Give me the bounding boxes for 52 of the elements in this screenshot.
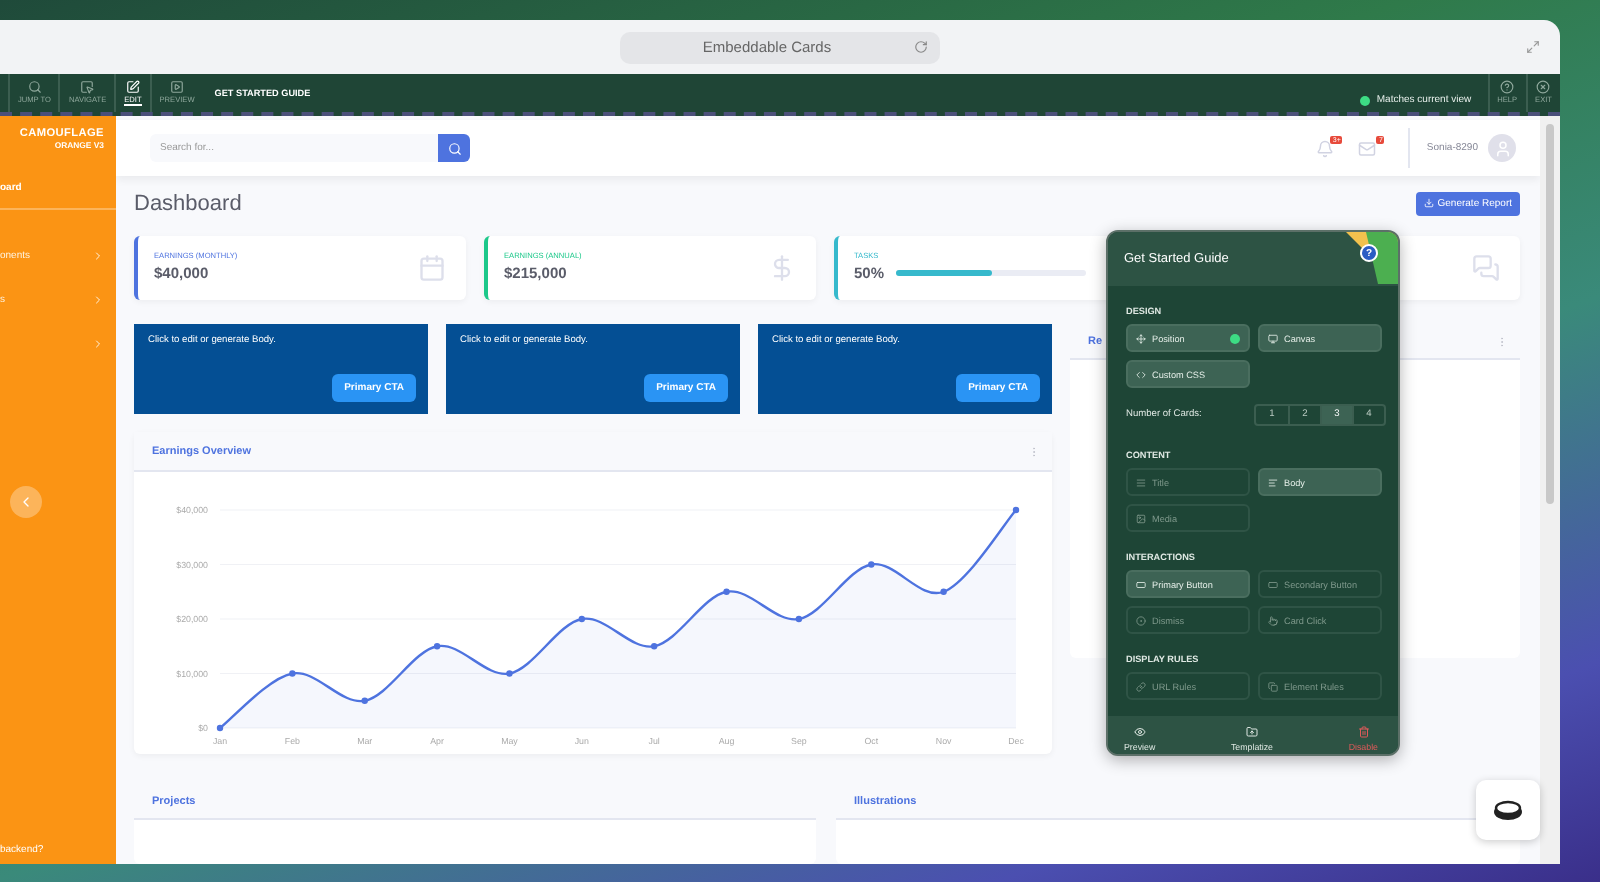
- eye-icon: [1133, 726, 1146, 738]
- collapse-button[interactable]: [10, 486, 42, 518]
- dollar-icon: [768, 253, 796, 282]
- button-icon: [1136, 579, 1146, 589]
- expand-icon[interactable]: [1526, 40, 1540, 54]
- chat-icon: [1472, 253, 1500, 282]
- folder-icon: [1245, 726, 1258, 738]
- code-icon: [1136, 369, 1146, 379]
- puck-icon: [1492, 798, 1524, 822]
- floating-button[interactable]: [1476, 780, 1540, 840]
- point: [1012, 506, 1020, 514]
- search-button[interactable]: [438, 134, 470, 162]
- point: [723, 588, 730, 595]
- search-icon: [447, 141, 461, 155]
- corner-decoration: [1346, 232, 1398, 284]
- avatar[interactable]: [1488, 134, 1516, 162]
- dot-circle-icon: [1136, 615, 1146, 625]
- scrollbar-thumb[interactable]: [1546, 124, 1554, 504]
- copy-icon: [1268, 681, 1278, 691]
- reload-icon[interactable]: [914, 40, 928, 54]
- button-icon: [1268, 579, 1278, 589]
- image-icon: [1136, 513, 1146, 523]
- point: [361, 697, 368, 704]
- help-icon: [1500, 80, 1515, 94]
- download-icon: [1423, 198, 1434, 209]
- point: [795, 615, 803, 623]
- user-icon: [1493, 139, 1511, 157]
- point: [433, 643, 441, 650]
- point: [289, 670, 296, 677]
- search-icon: [27, 80, 42, 94]
- point: [506, 670, 513, 677]
- edit-icon: [125, 80, 140, 94]
- mail-icon: [1358, 139, 1377, 157]
- trash-icon: [1357, 726, 1370, 738]
- pointer-icon: [1268, 615, 1278, 625]
- text-align-icon: [1268, 477, 1278, 487]
- chevron-left-icon: [18, 494, 34, 510]
- page-title: Dashboard: [134, 191, 242, 216]
- point: [650, 643, 658, 650]
- calendar-icon: [418, 253, 446, 282]
- point: [940, 588, 947, 595]
- link-icon: [1136, 681, 1146, 691]
- cursor-icon: [80, 80, 95, 94]
- monitor-icon: [1268, 333, 1278, 343]
- text-lines-icon: [1136, 477, 1146, 487]
- play-icon: [170, 80, 185, 94]
- point: [216, 724, 224, 732]
- point: [578, 615, 586, 623]
- bell-icon: [1316, 139, 1335, 157]
- move-icon: [1136, 333, 1146, 343]
- point: [868, 561, 875, 568]
- close-icon: [1536, 80, 1551, 94]
